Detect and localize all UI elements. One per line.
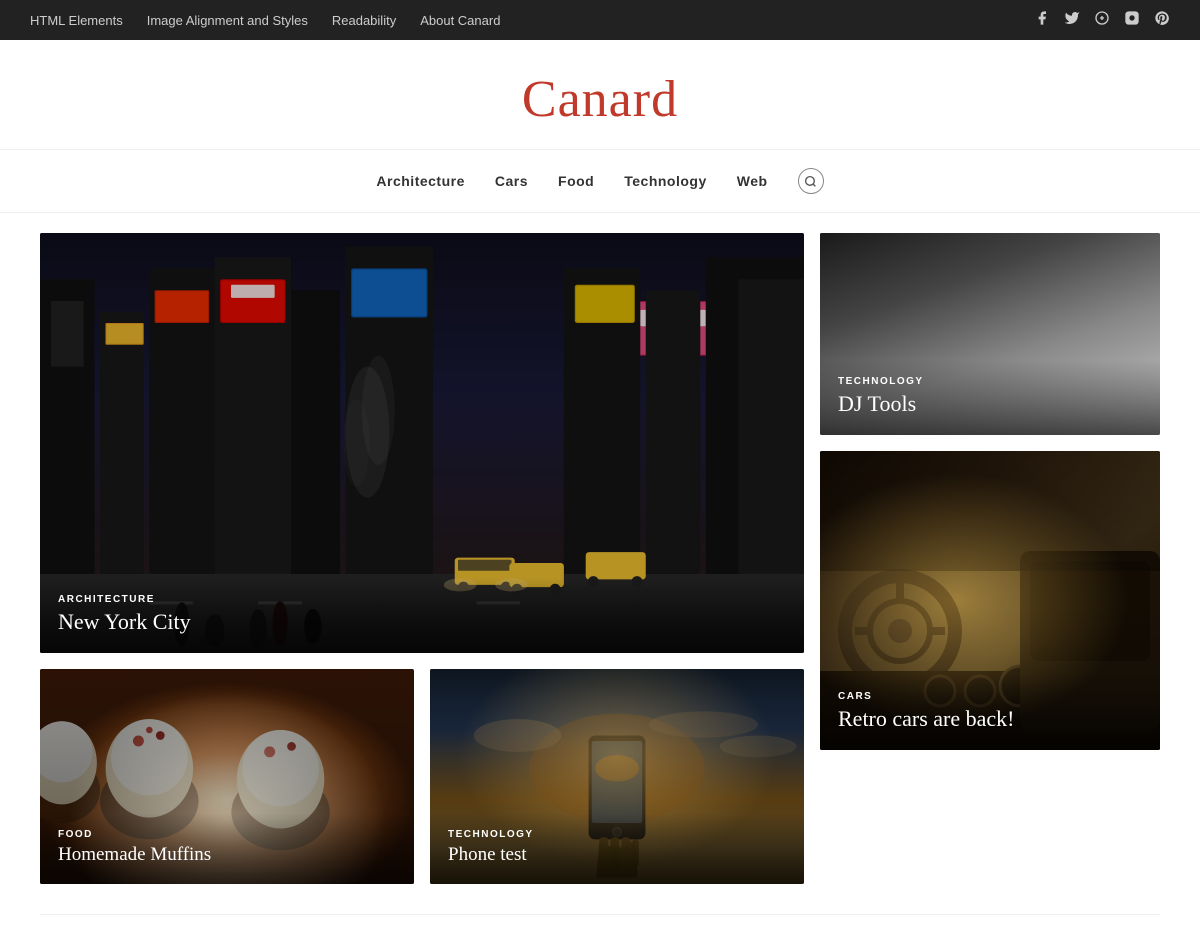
nav-architecture[interactable]: Architecture [376, 173, 464, 189]
social-icons-group: 𝍙 [1030, 10, 1170, 31]
nav-about-canard[interactable]: About Canard [420, 13, 500, 28]
car-card-title: Retro cars are back! [838, 706, 1142, 732]
main-navigation: Architecture Cars Food Technology Web [0, 150, 1200, 213]
nav-image-alignment[interactable]: Image Alignment and Styles [147, 13, 308, 28]
featured-card-title: New York City [58, 609, 786, 635]
dj-card-title: DJ Tools [838, 391, 1142, 417]
search-button[interactable] [798, 168, 824, 194]
card-muffins[interactable]: FOOD Homemade Muffins [40, 669, 414, 884]
dj-card-overlay: TECHNOLOGY DJ Tools [820, 360, 1160, 435]
bottom-row: FOOD Homemade Muffins [40, 669, 804, 884]
pinterest-icon[interactable] [1154, 10, 1170, 31]
site-header: Canard [0, 40, 1200, 150]
muffins-card-overlay: FOOD Homemade Muffins [40, 813, 414, 884]
facebook-icon[interactable]: 𝍙 [1030, 10, 1050, 31]
car-card-category: CARS [838, 691, 1142, 702]
featured-card-overlay: ARCHITECTURE New York City [40, 578, 804, 653]
phone-card-overlay: TECHNOLOGY Phone test [430, 813, 804, 884]
content-area: ARCHITECTURE New York City [0, 213, 1200, 904]
nav-technology[interactable]: Technology [624, 173, 707, 189]
side-card-car[interactable]: CARS Retro cars are back! [820, 451, 1160, 750]
twitter-icon[interactable] [1064, 10, 1080, 31]
car-card-overlay: CARS Retro cars are back! [820, 675, 1160, 750]
googleplus-icon[interactable] [1094, 10, 1110, 31]
nav-food[interactable]: Food [558, 173, 594, 189]
instagram-icon[interactable] [1124, 10, 1140, 31]
muffins-card-category: FOOD [58, 829, 396, 840]
footer-divider [40, 914, 1160, 925]
dj-card-category: TECHNOLOGY [838, 376, 1142, 387]
right-column: TECHNOLOGY DJ Tools [820, 233, 1160, 884]
top-nav-links: HTML Elements Image Alignment and Styles… [30, 13, 500, 28]
nav-web[interactable]: Web [737, 173, 768, 189]
phone-card-category: TECHNOLOGY [448, 829, 786, 840]
site-title[interactable]: Canard [0, 70, 1200, 129]
card-phone[interactable]: TECHNOLOGY Phone test [430, 669, 804, 884]
nav-html-elements[interactable]: HTML Elements [30, 13, 123, 28]
top-navigation: HTML Elements Image Alignment and Styles… [0, 0, 1200, 40]
featured-card-category: ARCHITECTURE [58, 594, 786, 605]
featured-card-nyc[interactable]: ARCHITECTURE New York City [40, 233, 804, 653]
side-card-dj[interactable]: TECHNOLOGY DJ Tools [820, 233, 1160, 435]
nav-readability[interactable]: Readability [332, 13, 396, 28]
muffins-card-title: Homemade Muffins [58, 844, 396, 866]
nav-cars[interactable]: Cars [495, 173, 528, 189]
phone-card-title: Phone test [448, 844, 786, 866]
